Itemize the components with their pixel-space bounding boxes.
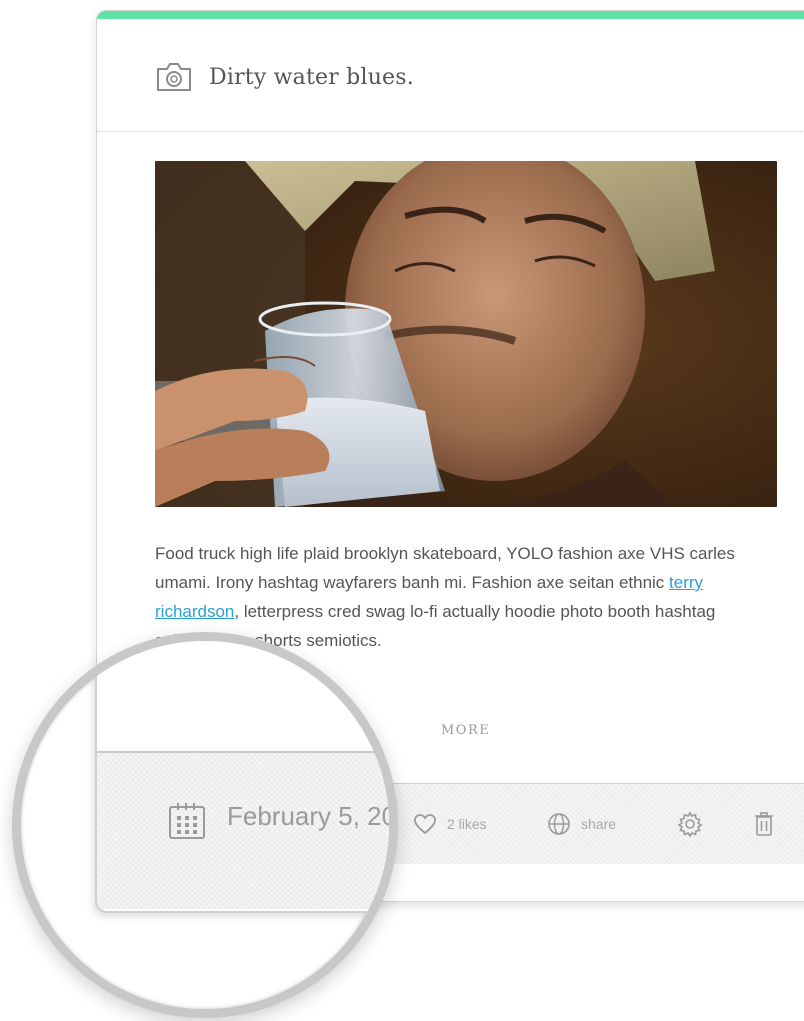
calendar-icon [169, 803, 205, 839]
card-accent-bar [97, 11, 804, 19]
share-label: share [581, 816, 617, 832]
trash-icon [755, 812, 773, 836]
magnifier-lens: February 5, 2013 [12, 632, 398, 1018]
magnified-view: February 5, 2013 [21, 641, 389, 1009]
gear-icon [677, 811, 703, 837]
globe-icon [548, 813, 570, 835]
magnified-footer: February 5, 2013 [97, 753, 397, 909]
post-date: February 5, 2013 [227, 801, 397, 831]
magnified-card-corner: February 5, 2013 [95, 641, 397, 913]
camera-icon [157, 63, 191, 91]
post-header: Dirty water blues. [97, 19, 804, 132]
delete-button[interactable] [753, 784, 775, 864]
screen: Dirty water blues. Food truck high life … [0, 0, 804, 1021]
likes-count: 2 likes [447, 816, 487, 832]
post-title: Dirty water blues. [209, 65, 414, 90]
heart-icon [414, 814, 436, 835]
share-button[interactable]: share [547, 784, 616, 864]
more-button[interactable]: MORE [441, 723, 490, 738]
likes-button[interactable]: 2 likes [413, 784, 487, 864]
settings-button[interactable] [677, 784, 703, 864]
post-photo [155, 161, 777, 507]
post-body-text-1: Food truck high life plaid brooklyn skat… [155, 544, 735, 592]
